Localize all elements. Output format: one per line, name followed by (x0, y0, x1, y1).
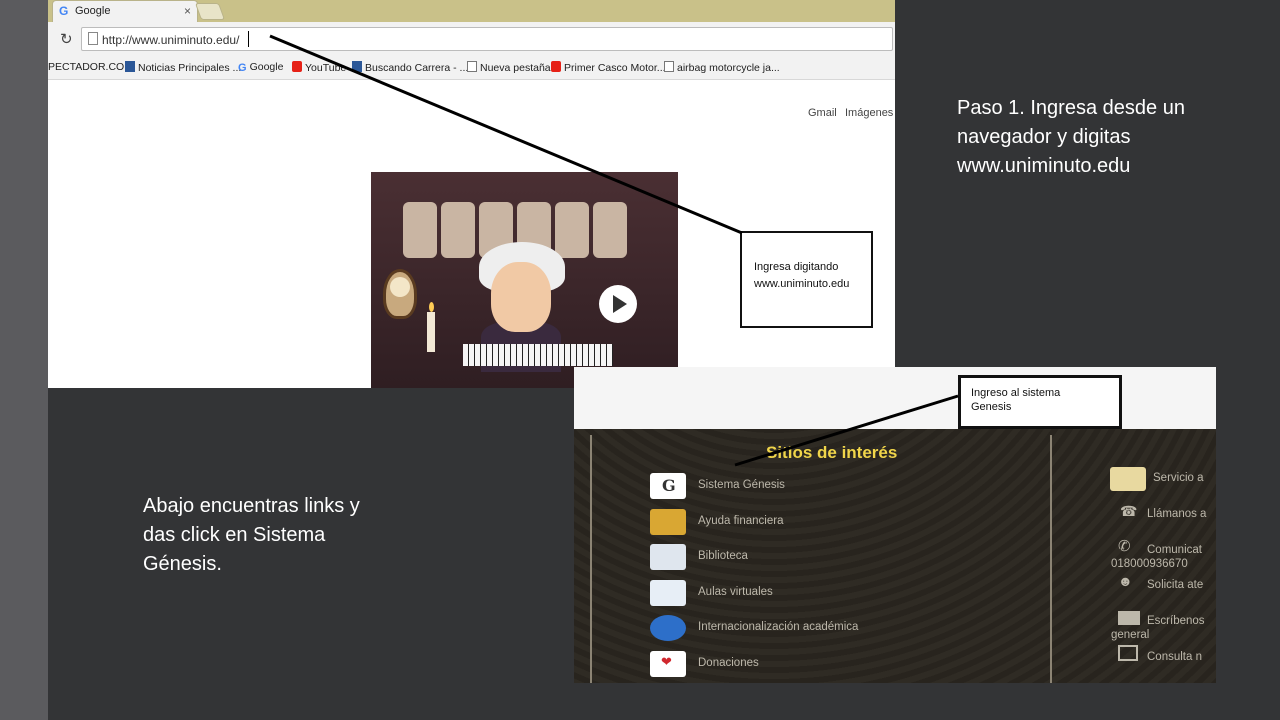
heart-icon (650, 651, 686, 677)
mail-icon (1118, 611, 1140, 625)
text-caret (248, 31, 249, 47)
callout-text: Genesis (971, 401, 1012, 413)
navigation-bar: ↻ http://www.uniminuto.edu/ (48, 22, 895, 56)
doodle-letter (555, 202, 589, 258)
link-servicio[interactable]: Servicio a (1153, 472, 1204, 484)
bookmark-item[interactable]: Nueva pestaña (467, 61, 551, 74)
sitios-title: Sitios de interés (766, 443, 898, 462)
link-consulta[interactable]: Consulta n (1147, 651, 1202, 663)
link-escribenos[interactable]: Escríbenos (1147, 615, 1205, 627)
slide-left-strip (0, 0, 48, 720)
play-button[interactable] (599, 285, 637, 323)
bookmark-item[interactable]: Primer Casco Motor... (551, 61, 666, 74)
callout-text: Ingresa digitando (754, 261, 839, 273)
genesis-icon (650, 473, 686, 499)
divider (590, 435, 592, 683)
google-icon: G (59, 4, 69, 18)
site-ayuda-financiera[interactable]: Ayuda financiera (650, 509, 910, 535)
step-2-text: Abajo encuentras links y das click en Si… (143, 495, 360, 575)
play-icon (613, 295, 627, 313)
bookmark-item[interactable]: airbag motorcycle ja... (664, 61, 780, 74)
doodle-letter (403, 202, 437, 258)
youtube-icon (292, 61, 302, 72)
page-icon (467, 61, 477, 72)
doodle-letter (593, 202, 627, 258)
laptop-icon (650, 580, 686, 606)
step-1-text: Paso 1. Ingresa desde un navegador y dig… (957, 97, 1185, 177)
clock-icon (383, 269, 417, 319)
link-general: general (1111, 629, 1150, 641)
callout-text: Ingreso al sistema (971, 387, 1061, 399)
phone-number: 018000936670 (1111, 558, 1188, 570)
link-llamanos[interactable]: Llámanos a (1147, 508, 1206, 520)
headset-icon: ☎ (1120, 503, 1138, 519)
link-comunicate[interactable]: Comunicat (1147, 544, 1202, 556)
bookmarks-bar: PECTADOR.COM Noticias Principales ... GG… (48, 56, 895, 80)
document-icon (1118, 645, 1138, 661)
site-biblioteca[interactable]: Biblioteca (650, 544, 910, 570)
bookmark-item[interactable]: Noticias Principales ... (125, 61, 241, 74)
service-icon (1110, 467, 1146, 491)
gmail-link[interactable]: Gmail (808, 107, 837, 119)
bookmark-icon (352, 61, 362, 72)
google-icon: G (238, 62, 247, 74)
bookmark-item[interactable]: G Google (238, 61, 283, 74)
youtube-icon (551, 61, 561, 72)
coins-icon (650, 509, 686, 535)
url-text[interactable]: http://www.uniminuto.edu/ (102, 33, 239, 47)
doodle-letter (441, 202, 475, 258)
tab-google[interactable]: G Google × (52, 0, 198, 22)
news-icon (125, 61, 135, 72)
reload-icon[interactable]: ↻ (60, 30, 73, 48)
users-icon: ☻ (1118, 573, 1133, 589)
bookmark-item[interactable]: PECTADOR.COM (48, 61, 133, 73)
google-doodle[interactable] (371, 172, 678, 388)
sitios-screenshot: Sitios de interés Sistema Génesis Ayuda … (574, 367, 1216, 683)
page-icon (664, 61, 674, 72)
piano-keys (463, 344, 613, 366)
globe-icon (650, 615, 686, 641)
candle-flame (429, 302, 434, 312)
callout-text: www.uniminuto.edu (754, 278, 850, 290)
page-icon (88, 32, 98, 45)
site-donaciones[interactable]: Donaciones (650, 651, 910, 677)
link-solicita[interactable]: Solicita ate (1147, 579, 1203, 591)
library-icon (650, 544, 686, 570)
doodle-character-face (491, 262, 551, 332)
address-bar[interactable]: http://www.uniminuto.edu/ (81, 27, 893, 51)
new-tab-button[interactable] (194, 3, 226, 20)
site-aulas-virtuales[interactable]: Aulas virtuales (650, 580, 910, 606)
divider (1050, 435, 1052, 683)
tab-bar: G Google × (48, 0, 895, 22)
callout-ingresa: Ingresa digitando www.uniminuto.edu (740, 231, 873, 328)
images-link[interactable]: Imágenes (845, 107, 893, 119)
tab-title: Google (75, 5, 111, 17)
close-icon[interactable]: × (184, 4, 191, 18)
site-sistema-genesis[interactable]: Sistema Génesis (650, 473, 910, 499)
phone-icon: ✆ (1118, 538, 1131, 555)
bookmark-item[interactable]: YouTube (292, 61, 346, 74)
site-internacionalizacion[interactable]: Internacionalización académica (650, 615, 950, 641)
callout-genesis: Ingreso al sistema Genesis (958, 375, 1122, 429)
bookmark-item[interactable]: Buscando Carrera - ... (352, 61, 468, 74)
candle-icon (427, 312, 435, 352)
